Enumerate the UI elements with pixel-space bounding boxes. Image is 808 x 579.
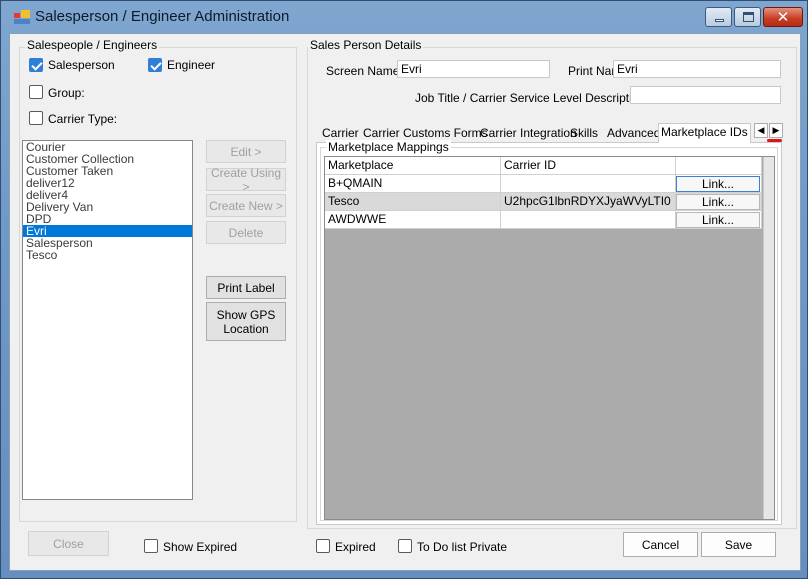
minimize-button[interactable]: [705, 7, 732, 27]
close-button[interactable]: Close: [28, 531, 109, 556]
details-group-title: Sales Person Details: [308, 38, 424, 52]
salesperson-checkbox[interactable]: [29, 58, 43, 72]
create-using-button[interactable]: Create Using >: [206, 166, 286, 194]
close-icon: ✕: [776, 8, 790, 26]
title-bar[interactable]: Salesperson / Engineer Administration ✕: [1, 1, 807, 33]
carrier-type-checkbox[interactable]: [29, 111, 43, 125]
show-expired-label: Show Expired: [163, 540, 238, 554]
salespeople-listbox[interactable]: Courier Customer Collection Customer Tak…: [22, 140, 193, 500]
list-item[interactable]: DPD: [23, 213, 192, 225]
tab-carrier-integration[interactable]: Carrier Integration: [478, 125, 579, 142]
job-title-input[interactable]: [630, 86, 781, 104]
todo-private-label: To Do list Private: [417, 540, 508, 554]
show-gps-location-button[interactable]: Show GPS Location: [206, 302, 286, 341]
expired-checkbox[interactable]: [316, 539, 330, 553]
maximize-button[interactable]: [734, 7, 761, 27]
column-header-action[interactable]: [676, 157, 762, 175]
cancel-button[interactable]: Cancel: [623, 532, 698, 557]
carrier-id-cell[interactable]: U2hpcG1lbnRDYXJyaWVyLTI0: [501, 193, 676, 211]
table-row[interactable]: AWDWWE Link...: [325, 211, 762, 229]
marketplace-mappings-title: Marketplace Mappings: [326, 140, 451, 154]
todo-private-checkbox[interactable]: [398, 539, 412, 553]
marketplace-cell[interactable]: Tesco: [325, 193, 501, 211]
print-label-button[interactable]: Print Label: [206, 276, 286, 299]
minimize-icon: [715, 19, 724, 22]
expired-label: Expired: [335, 540, 376, 554]
print-name-input[interactable]: Evri: [613, 60, 781, 78]
screen-name-input[interactable]: Evri: [397, 60, 550, 78]
carrier-type-checkbox-label: Carrier Type:: [48, 112, 118, 126]
marketplace-cell[interactable]: AWDWWE: [325, 211, 501, 229]
action-cell: Link...: [676, 211, 762, 229]
create-new-button[interactable]: Create New >: [206, 194, 286, 217]
window-client-area: Salespeople / Engineers Salesperson Engi…: [9, 33, 801, 571]
app-icon: [14, 10, 30, 24]
link-button[interactable]: Link...: [676, 212, 760, 228]
marketplace-cell[interactable]: B+QMAIN: [325, 175, 501, 193]
salespeople-group-title: Salespeople / Engineers: [25, 38, 160, 52]
job-title-label: Job Title / Carrier Service Level Descri…: [415, 91, 649, 105]
marketplace-grid[interactable]: Marketplace Carrier ID B+QMAIN Link... T…: [324, 156, 775, 520]
engineer-checkbox-label: Engineer: [167, 58, 216, 72]
tab-scroll-right-button[interactable]: ▶: [769, 123, 783, 138]
carrier-id-cell[interactable]: [501, 175, 676, 193]
salesperson-checkbox-label: Salesperson: [48, 58, 115, 72]
tab-skills[interactable]: Skills: [568, 125, 600, 142]
engineer-checkbox[interactable]: [148, 58, 162, 72]
grid-header-row: Marketplace Carrier ID: [325, 157, 762, 175]
tab-scroll-left-button[interactable]: ◀: [754, 123, 768, 138]
grid-scrollbar[interactable]: [763, 157, 774, 519]
window-frame: Salesperson / Engineer Administration ✕ …: [0, 0, 808, 579]
link-button[interactable]: Link...: [676, 194, 760, 210]
carrier-id-cell[interactable]: [501, 211, 676, 229]
triangle-left-icon: ◀: [757, 125, 765, 135]
screen-name-label: Screen Name:: [326, 64, 403, 78]
close-window-button[interactable]: ✕: [763, 7, 803, 27]
window-title: Salesperson / Engineer Administration: [35, 8, 290, 25]
action-cell: Link...: [676, 175, 762, 193]
triangle-right-icon: ▶: [772, 125, 780, 135]
show-expired-checkbox[interactable]: [144, 539, 158, 553]
column-header-carrier-id[interactable]: Carrier ID: [501, 157, 676, 175]
tab-advanced[interactable]: Advanced: [605, 125, 662, 142]
list-item[interactable]: Tesco: [23, 249, 192, 261]
table-row[interactable]: Tesco U2hpcG1lbnRDYXJyaWVyLTI0 Link...: [325, 193, 762, 211]
maximize-icon: [743, 12, 754, 22]
group-checkbox[interactable]: [29, 85, 43, 99]
edit-button[interactable]: Edit >: [206, 140, 286, 163]
tab-marketplace-ids[interactable]: Marketplace IDs: [658, 123, 751, 143]
link-button[interactable]: Link...: [676, 176, 760, 192]
column-header-marketplace[interactable]: Marketplace: [325, 157, 501, 175]
table-row[interactable]: B+QMAIN Link...: [325, 175, 762, 193]
delete-button[interactable]: Delete: [206, 221, 286, 244]
group-checkbox-label: Group:: [48, 86, 85, 100]
save-button[interactable]: Save: [701, 532, 776, 557]
action-cell: Link...: [676, 193, 762, 211]
